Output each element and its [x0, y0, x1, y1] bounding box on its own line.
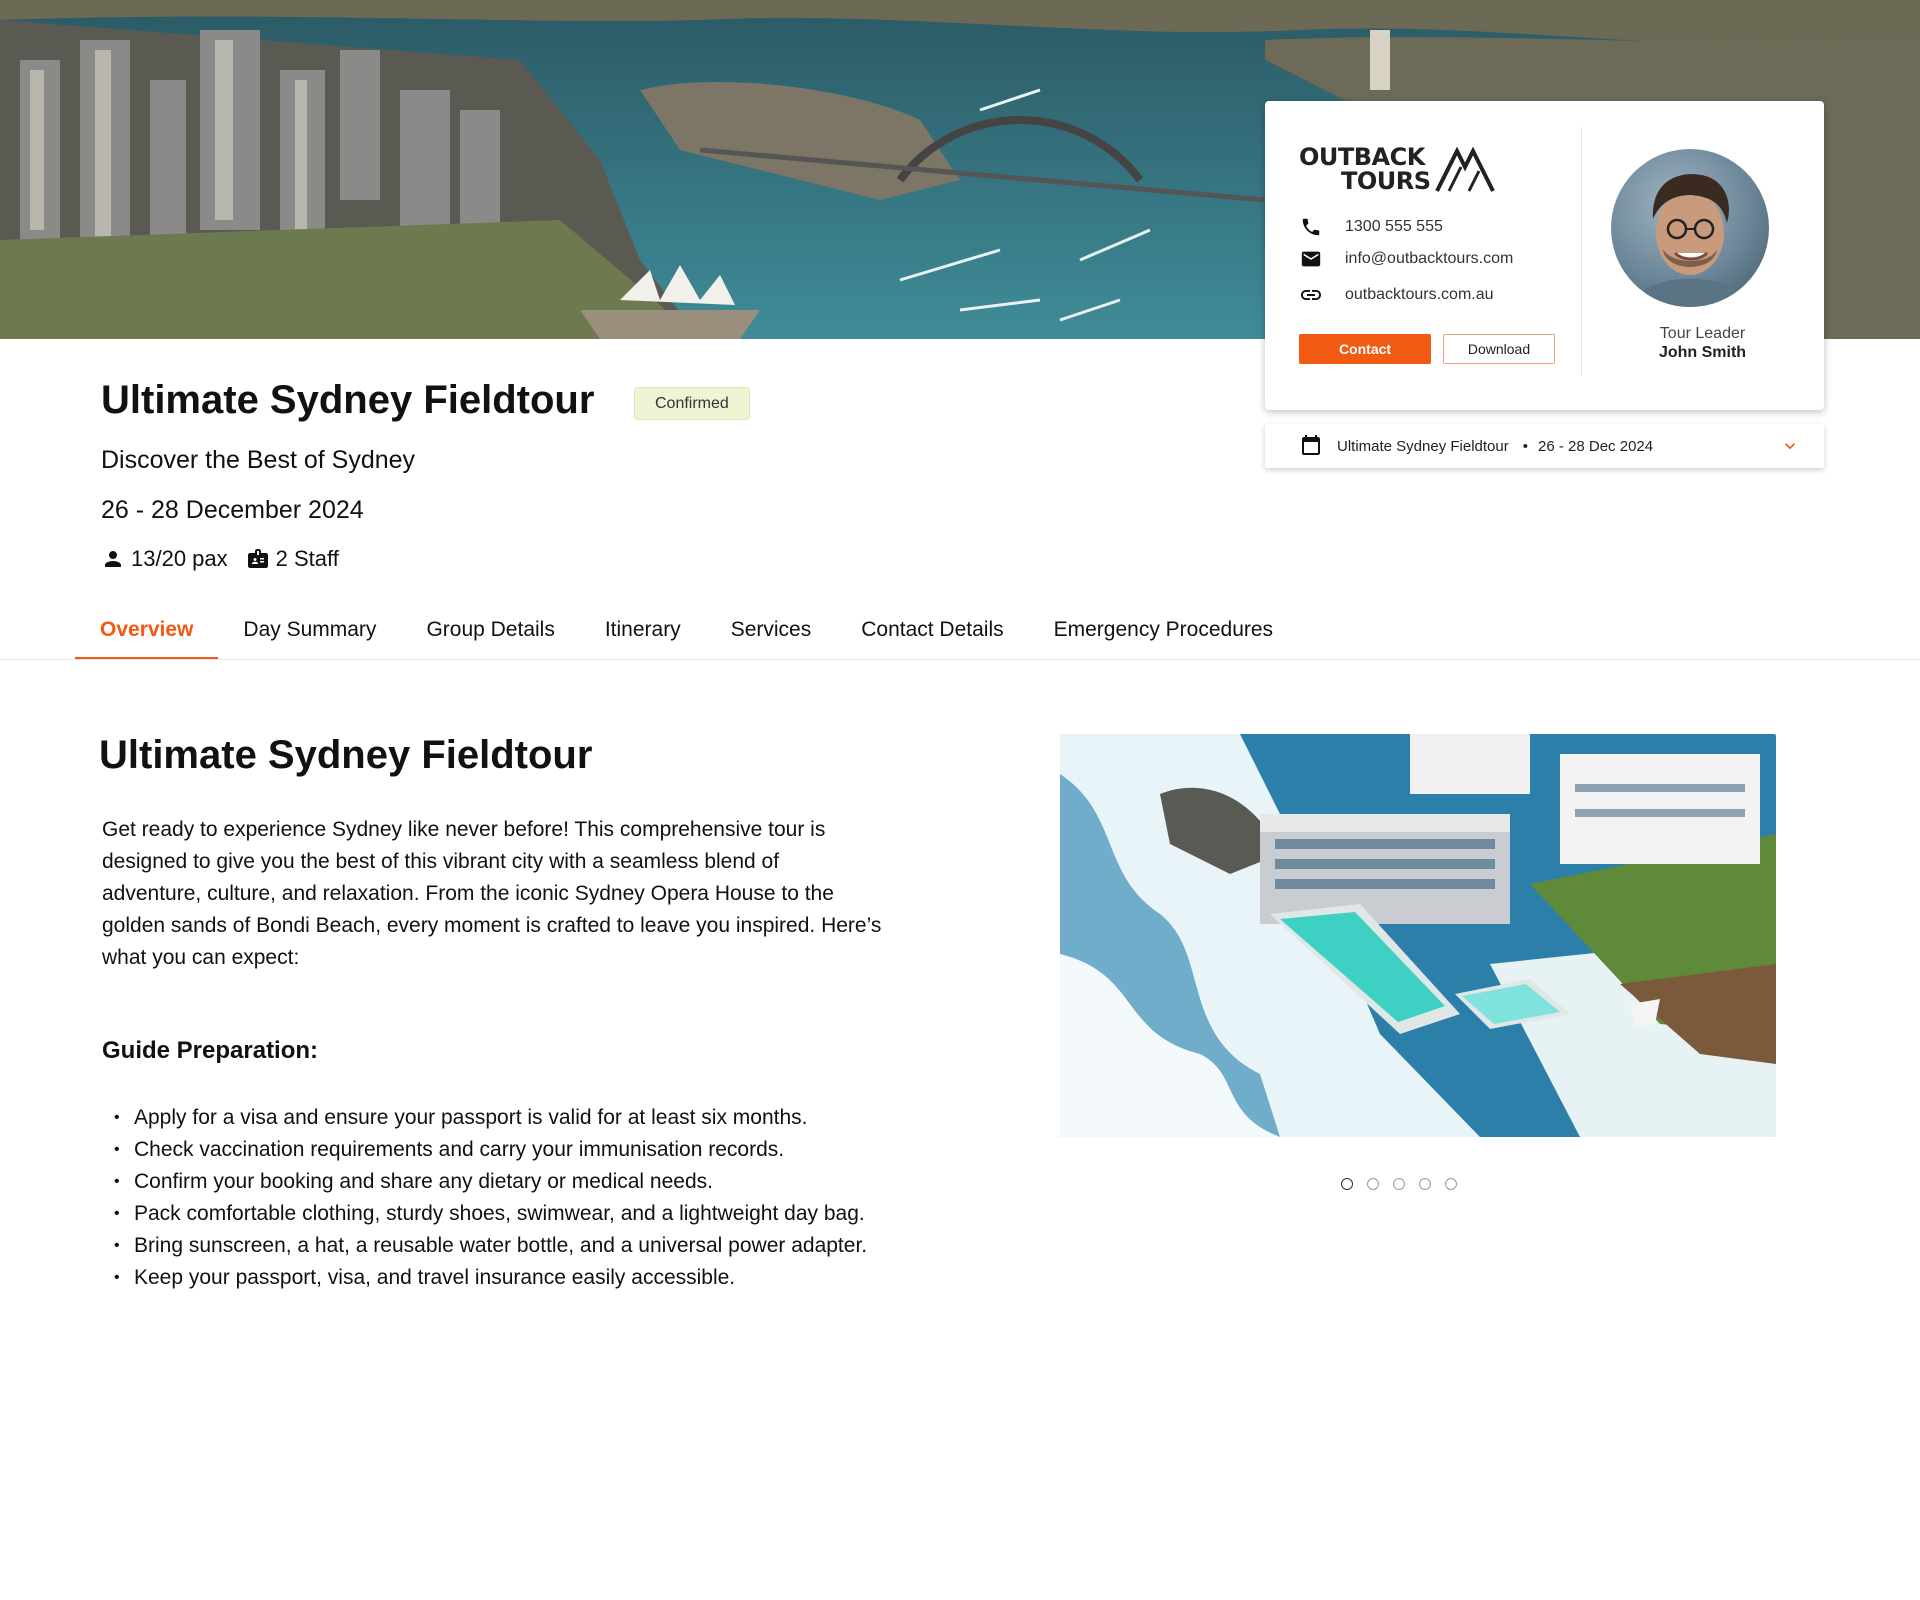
phone-row[interactable]: 1300 555 555	[1299, 215, 1443, 239]
mail-icon	[1299, 247, 1323, 271]
tour-selector-name: Ultimate Sydney Fieldtour	[1337, 437, 1509, 455]
gallery-image[interactable]	[1060, 734, 1776, 1137]
brand-wordmark: OUTBACK TOURS	[1299, 143, 1431, 195]
tab-day-summary[interactable]: Day Summary	[218, 618, 401, 660]
section-title: Ultimate Sydney Fieldtour	[99, 733, 593, 777]
gallery-dot-3[interactable]	[1393, 1178, 1405, 1190]
tabs-divider	[0, 659, 1920, 660]
tab-emergency-procedures[interactable]: Emergency Procedures	[1029, 618, 1298, 660]
prep-list: Apply for a visa and ensure your passpor…	[114, 1102, 874, 1294]
status-badge: Confirmed	[634, 387, 750, 420]
list-item: Pack comfortable clothing, sturdy shoes,…	[114, 1198, 874, 1230]
leader-name: John Smith	[1658, 344, 1747, 361]
avatar	[1611, 149, 1769, 307]
calendar-icon	[1299, 434, 1323, 458]
staff-count: 2 Staff	[275, 546, 339, 571]
tab-bar: Overview Day Summary Group Details Itine…	[75, 618, 1298, 660]
phone-icon	[1299, 215, 1323, 239]
tab-services[interactable]: Services	[706, 618, 837, 660]
download-button[interactable]: Download	[1443, 334, 1555, 364]
tour-dates: 26 - 28 December 2024	[101, 496, 364, 524]
brand-mountain-icon	[1435, 147, 1495, 192]
website-row[interactable]: outbacktours.com.au	[1299, 283, 1494, 307]
pax-count: 13/20 pax	[131, 546, 228, 571]
tour-selector[interactable]: Ultimate Sydney Fieldtour • 26 - 28 Dec …	[1265, 424, 1824, 468]
chevron-down-icon[interactable]	[1780, 436, 1800, 460]
gallery-pagination	[1341, 1178, 1471, 1190]
prep-title: Guide Preparation:	[102, 1037, 319, 1064]
phone-number: 1300 555 555	[1345, 218, 1443, 235]
gallery-dot-2[interactable]	[1367, 1178, 1379, 1190]
leader-role: Tour Leader	[1659, 325, 1746, 342]
tab-contact-details[interactable]: Contact Details	[836, 618, 1028, 660]
tour-selector-dates: 26 - 28 Dec 2024	[1538, 437, 1654, 455]
gallery-dot-4[interactable]	[1419, 1178, 1431, 1190]
bondi-icebergs-photo	[1060, 734, 1776, 1137]
page-subtitle: Discover the Best of Sydney	[101, 446, 416, 474]
tab-overview[interactable]: Overview	[75, 618, 219, 660]
gallery-dot-5[interactable]	[1445, 1178, 1457, 1190]
list-item: Apply for a visa and ensure your passpor…	[114, 1102, 874, 1134]
tab-itinerary[interactable]: Itinerary	[580, 618, 706, 660]
gallery-dot-1[interactable]	[1341, 1178, 1353, 1190]
intro-paragraph: Get ready to experience Sydney like neve…	[102, 818, 882, 969]
email-address: info@outbacktours.com	[1345, 250, 1514, 267]
link-icon	[1299, 283, 1323, 307]
contact-card: OUTBACK TOURS 1300 555 555 info@outbackt…	[1265, 101, 1824, 410]
list-item: Check vaccination requirements and carry…	[114, 1134, 874, 1166]
page-title: Ultimate Sydney Fieldtour	[101, 378, 595, 422]
list-item: Bring sunscreen, a hat, a reusable water…	[114, 1230, 874, 1262]
tour-selector-separator: •	[1522, 437, 1529, 455]
badge-icon	[246, 547, 270, 571]
tab-group-details[interactable]: Group Details	[401, 618, 579, 660]
website-link[interactable]: outbacktours.com.au	[1345, 286, 1494, 304]
brand-logo: OUTBACK TOURS	[1299, 145, 1499, 195]
tour-meta: 13/20 pax 2 Staff	[101, 546, 339, 572]
list-item: Confirm your booking and share any dieta…	[114, 1166, 874, 1198]
list-item: Keep your passport, visa, and travel ins…	[114, 1262, 874, 1294]
contact-button[interactable]: Contact	[1299, 334, 1431, 364]
person-icon	[101, 547, 125, 571]
email-row[interactable]: info@outbacktours.com	[1299, 247, 1513, 271]
